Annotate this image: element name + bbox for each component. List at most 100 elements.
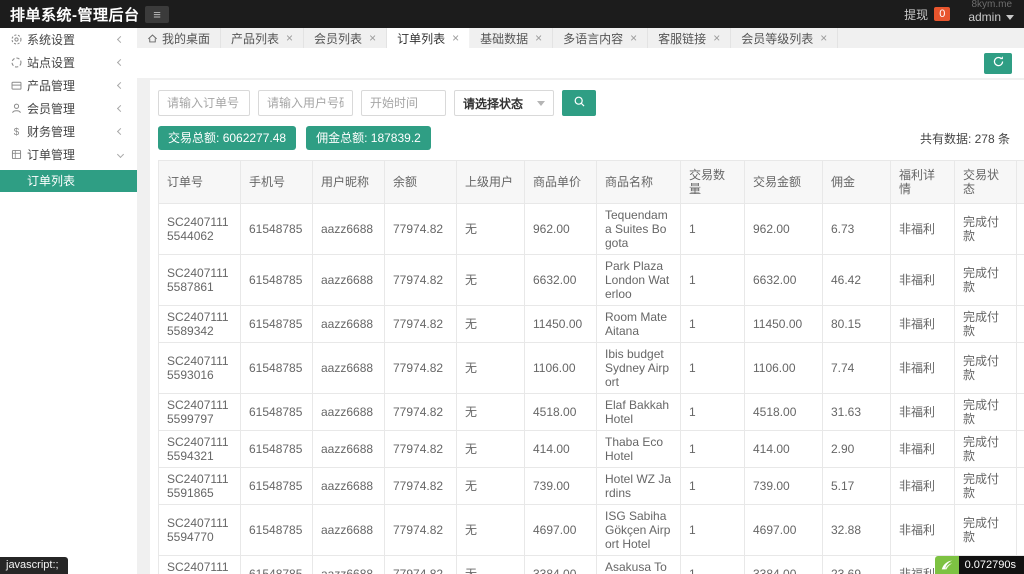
table-cell: SC24071115587861 — [159, 255, 241, 306]
chevron-left-icon — [117, 59, 124, 66]
commission-total-value: 187839.2 — [371, 131, 421, 145]
toolbar — [137, 48, 1024, 78]
table-cell: 739.00 — [745, 468, 823, 505]
sidebar-item-order-management[interactable]: 订单管理 — [0, 143, 137, 166]
table-cell-cutoff — [1017, 255, 1024, 306]
close-icon[interactable]: × — [452, 33, 459, 43]
table-cell: 6632.00 — [745, 255, 823, 306]
column-header: 订单号 — [159, 161, 241, 204]
status-link-hint: javascript:; — [0, 557, 68, 574]
summary-row: 交易总额: 6062277.48 佣金总额: 187839.2 共有数据: 27… — [158, 126, 1024, 150]
sidebar-item-label: 订单管理 — [27, 146, 118, 163]
sidebar-item-site-settings[interactable]: 站点设置 — [0, 51, 137, 74]
status-select[interactable]: 请选择状态 — [454, 90, 554, 116]
tab-label: 客服链接 — [658, 30, 706, 47]
order-number-input[interactable] — [158, 90, 250, 116]
sidebar-toggle-button[interactable]: ≡ — [145, 6, 169, 23]
table-cell: 77974.82 — [385, 556, 457, 574]
sidebar-item-finance-management[interactable]: $ 财务管理 — [0, 120, 137, 143]
table-cell: 非福利 — [891, 505, 955, 556]
table-cell-cutoff — [1017, 468, 1024, 505]
tab-multilanguage[interactable]: 多语言内容 × — [553, 28, 648, 48]
tab-order-list[interactable]: 订单列表 × — [387, 28, 470, 48]
refresh-icon — [992, 55, 1005, 71]
table-cell: 1 — [681, 556, 745, 574]
table-body: SC2407111554406261548785aazz668877974.82… — [159, 204, 1024, 574]
table-cell: 61548785 — [241, 343, 313, 394]
order-icon — [10, 148, 27, 161]
table-row: SC2407111554406261548785aazz668877974.82… — [159, 204, 1024, 255]
product-icon — [10, 79, 27, 92]
table-cell: 61548785 — [241, 255, 313, 306]
user-menu[interactable]: admin — [968, 10, 1014, 24]
withdraw-link[interactable]: 提现 0 — [904, 6, 950, 23]
table-cell: 完成付款 — [955, 343, 1017, 394]
table-cell: 414.00 — [525, 431, 597, 468]
tab-member-list[interactable]: 会员列表 × — [304, 28, 387, 48]
search-form: 请选择状态 — [158, 90, 1024, 116]
table-cell: 77974.82 — [385, 204, 457, 255]
table-cell: 非福利 — [891, 468, 955, 505]
table-cell: 完成付款 — [955, 468, 1017, 505]
table-row: SC2407111559477061548785aazz668877974.82… — [159, 505, 1024, 556]
table-cell: aazz6688 — [313, 394, 385, 431]
close-icon[interactable]: × — [369, 33, 376, 43]
table-cell: 6.73 — [823, 204, 891, 255]
orders-table-wrap: 订单号手机号用户昵称余额上级用户商品单价商品名称交易数量交易金额佣金福利详情交易… — [158, 160, 1024, 574]
table-cell: 无 — [457, 431, 525, 468]
finance-icon: $ — [10, 125, 27, 138]
table-cell: 4697.00 — [525, 505, 597, 556]
table-cell: 1 — [681, 505, 745, 556]
table-cell: Room Mate Aitana — [597, 306, 681, 343]
table-cell: 32.88 — [823, 505, 891, 556]
table-cell-cutoff — [1017, 394, 1024, 431]
column-header: 商品名称 — [597, 161, 681, 204]
close-icon[interactable]: × — [286, 33, 293, 43]
search-button[interactable] — [562, 90, 596, 116]
close-icon[interactable]: × — [713, 33, 720, 43]
table-cell: Hotel WZ Jardins — [597, 468, 681, 505]
close-icon[interactable]: × — [535, 33, 542, 43]
table-cell: Thaba Eco Hotel — [597, 431, 681, 468]
table-cell-cutoff — [1017, 306, 1024, 343]
table-cell: 2.90 — [823, 431, 891, 468]
column-header: 手机号 — [241, 161, 313, 204]
tab-my-desktop[interactable]: 我的桌面 — [137, 28, 221, 48]
tab-service-link[interactable]: 客服链接 × — [648, 28, 731, 48]
sidebar-item-product-management[interactable]: 产品管理 — [0, 74, 137, 97]
table-cell: 6632.00 — [525, 255, 597, 306]
tab-label: 产品列表 — [231, 30, 279, 47]
table-cell: 61548785 — [241, 394, 313, 431]
username-label: admin — [968, 10, 1001, 24]
refresh-button[interactable] — [984, 53, 1012, 74]
sidebar-item-label: 产品管理 — [27, 77, 118, 94]
column-header: 上级用户 — [457, 161, 525, 204]
table-cell: 31.63 — [823, 394, 891, 431]
orders-table: 订单号手机号用户昵称余额上级用户商品单价商品名称交易数量交易金额佣金福利详情交易… — [158, 160, 1024, 574]
sidebar-item-system-settings[interactable]: 系统设置 — [0, 28, 137, 51]
table-cell: aazz6688 — [313, 468, 385, 505]
table-cell: 无 — [457, 306, 525, 343]
table-cell-cutoff — [1017, 505, 1024, 556]
home-icon — [147, 33, 158, 44]
table-cell: 7.74 — [823, 343, 891, 394]
table-cell: SC24071115593016 — [159, 343, 241, 394]
start-time-input[interactable] — [361, 90, 446, 116]
table-cell: 完成付款 — [955, 306, 1017, 343]
table-cell: 46.42 — [823, 255, 891, 306]
table-cell: 无 — [457, 204, 525, 255]
table-cell: 962.00 — [525, 204, 597, 255]
tab-member-level-list[interactable]: 会员等级列表 × — [731, 28, 838, 48]
close-icon[interactable]: × — [630, 33, 637, 43]
table-cell: 无 — [457, 505, 525, 556]
table-cell: 非福利 — [891, 306, 955, 343]
table-cell: 5.17 — [823, 468, 891, 505]
user-number-input[interactable] — [258, 90, 353, 116]
table-row: SC2407111558786161548785aazz668877974.82… — [159, 255, 1024, 306]
sidebar-item-member-management[interactable]: 会员管理 — [0, 97, 137, 120]
sidebar-subitem-order-list[interactable]: 订单列表 — [0, 170, 137, 192]
tab-basic-data[interactable]: 基础数据 × — [470, 28, 553, 48]
close-icon[interactable]: × — [820, 33, 827, 43]
tab-product-list[interactable]: 产品列表 × — [221, 28, 304, 48]
table-cell: 完成付款 — [955, 255, 1017, 306]
